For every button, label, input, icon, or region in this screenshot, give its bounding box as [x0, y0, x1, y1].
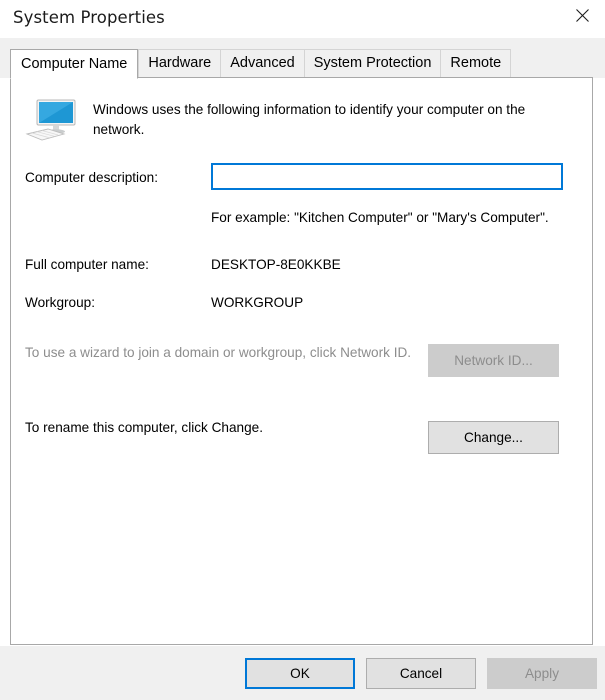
change-button-label: Change... [464, 430, 523, 445]
title-bar: System Properties [0, 0, 605, 38]
rename-description: To rename this computer, click Change. [25, 420, 264, 435]
tab-strip: Computer Name Hardware Advanced System P… [0, 38, 605, 79]
close-icon [575, 8, 589, 22]
workgroup-label: Workgroup: [25, 295, 96, 310]
tab-label: Computer Name [21, 55, 128, 72]
window-title: System Properties [13, 8, 165, 27]
ok-button-label: OK [290, 666, 310, 681]
tab-label: Remote [450, 55, 502, 72]
network-id-button-label: Network ID... [454, 353, 533, 368]
computer-monitor-icon [25, 98, 79, 144]
tab-system-protection[interactable]: System Protection [303, 49, 441, 78]
dialog-footer: OK Cancel Apply [0, 646, 605, 700]
change-button[interactable]: Change... [428, 421, 559, 454]
tab-remote[interactable]: Remote [440, 49, 512, 78]
cancel-button[interactable]: Cancel [366, 658, 476, 689]
intro-text: Windows uses the following information t… [93, 102, 526, 137]
tab-hardware[interactable]: Hardware [138, 49, 221, 78]
tab-computer-name[interactable]: Computer Name [10, 49, 139, 79]
computer-description-input[interactable] [211, 163, 563, 190]
tab-list: Computer Name Hardware Advanced System P… [10, 49, 512, 79]
network-id-button: Network ID... [428, 344, 559, 377]
tab-panel-computer-name: Windows uses the following information t… [10, 77, 593, 645]
tab-label: System Protection [313, 55, 432, 72]
apply-button-label: Apply [524, 666, 559, 681]
workgroup-value: WORKGROUP [211, 295, 304, 310]
ok-button[interactable]: OK [245, 658, 355, 689]
apply-button: Apply [487, 658, 597, 689]
tab-label: Advanced [230, 55, 295, 72]
tab-label: Hardware [148, 55, 212, 72]
close-button[interactable] [559, 0, 605, 30]
tab-advanced[interactable]: Advanced [220, 49, 304, 78]
full-computer-name-value: DESKTOP-8E0KKBE [211, 257, 341, 272]
cancel-button-label: Cancel [399, 666, 443, 681]
description-example-text: For example: "Kitchen Computer" or "Mary… [211, 210, 549, 225]
network-id-description: To use a wizard to join a domain or work… [25, 345, 412, 360]
full-computer-name-label: Full computer name: [25, 257, 149, 272]
computer-description-label: Computer description: [25, 170, 158, 185]
